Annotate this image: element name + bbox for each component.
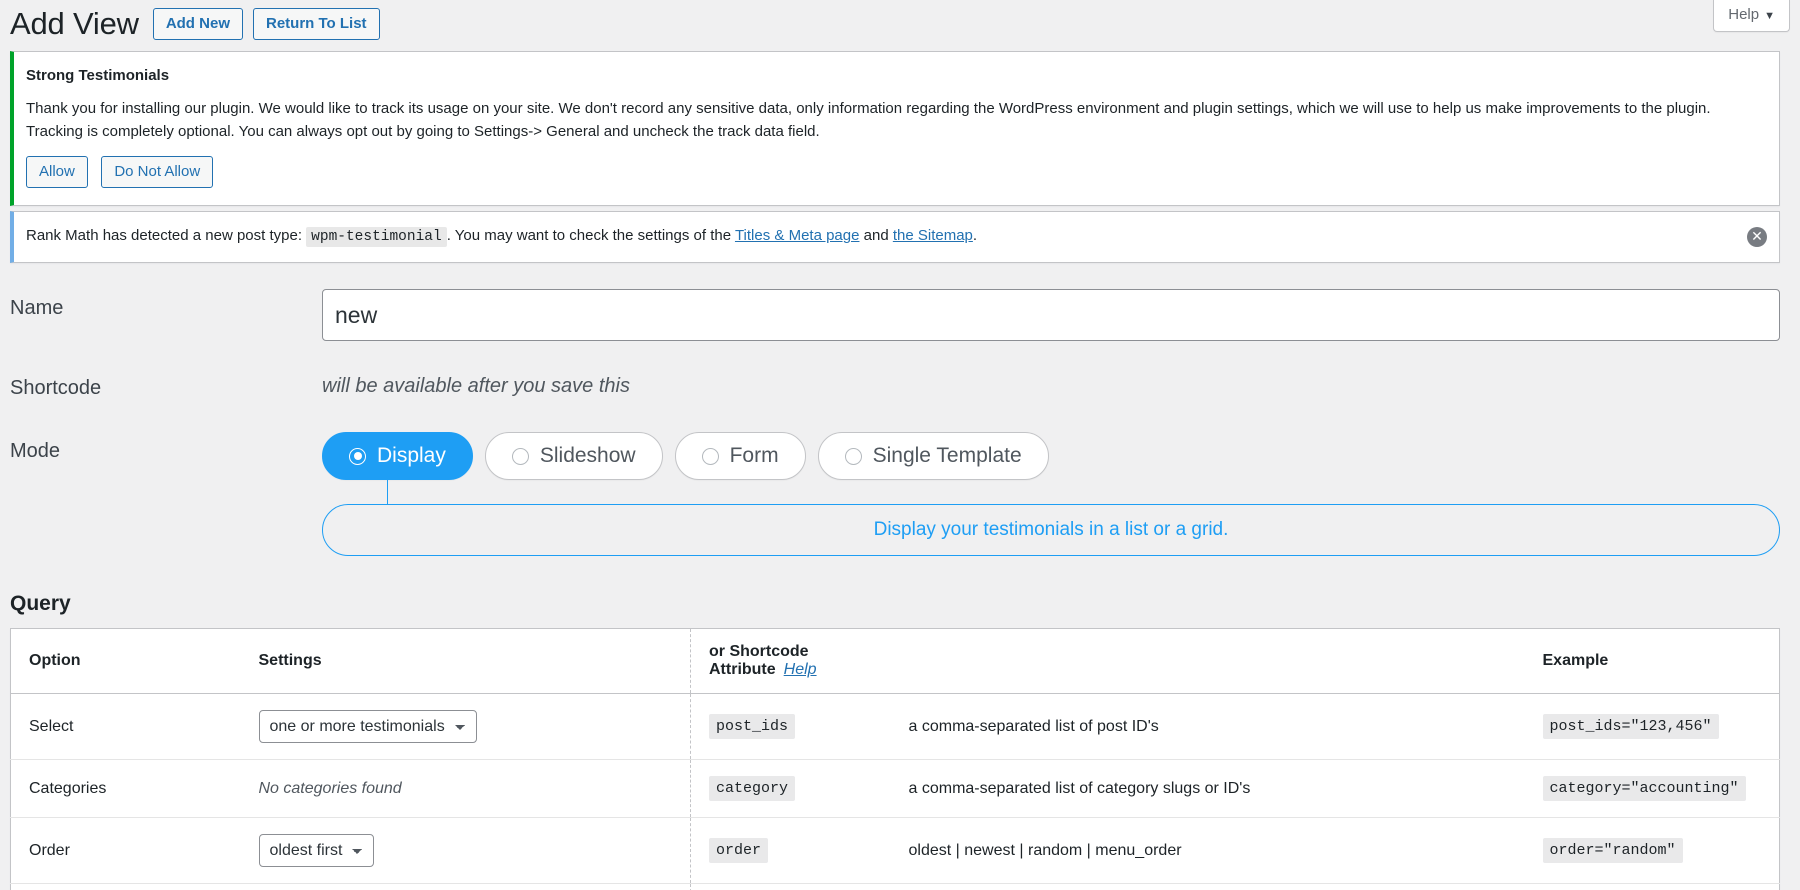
name-label: Name: [10, 289, 322, 320]
help-toggle-button[interactable]: Help ▼: [1713, 0, 1790, 32]
rankmath-text-middle: . You may want to check the settings of …: [447, 227, 731, 244]
notice-title: Strong Testimonials: [26, 67, 1767, 84]
mode-description-wrapper: Display your testimonials in a list or a…: [322, 504, 1780, 556]
example-code: order="random": [1543, 838, 1683, 863]
table-row: Categories No categories found category …: [11, 760, 1780, 818]
close-icon[interactable]: ✕: [1747, 227, 1767, 247]
attribute-code: order: [709, 838, 768, 863]
page-title: Add View: [10, 5, 139, 42]
order-dropdown[interactable]: oldest first: [259, 834, 374, 867]
shortcode-label: Shortcode: [10, 369, 322, 400]
row-attribute: category: [691, 760, 891, 818]
shortcode-row: Shortcode will be available after you sa…: [10, 369, 1780, 400]
row-description: a comma-separated list of post ID's: [891, 694, 1525, 760]
connector-line: [387, 480, 388, 504]
query-heading: Query: [10, 592, 1780, 616]
row-description: [891, 884, 1525, 890]
row-example: post_ids="123,456": [1525, 694, 1780, 760]
attribute-code: post_ids: [709, 714, 795, 739]
rankmath-notice: Rank Math has detected a new post type: …: [10, 211, 1780, 263]
no-categories-message: No categories found: [259, 780, 402, 797]
attribute-help-link[interactable]: Help: [784, 661, 817, 678]
mode-option-label: Display: [377, 444, 446, 468]
row-option-label: Categories: [11, 760, 241, 818]
example-code: category="accounting": [1543, 776, 1746, 801]
row-option-label: Order: [11, 818, 241, 884]
allow-tracking-button[interactable]: Allow: [26, 156, 88, 189]
admin-page: Add View Add New Return To List Help ▼ St…: [0, 0, 1800, 890]
row-option-label: Quantity: [11, 884, 241, 890]
name-row: Name: [10, 289, 1780, 341]
notice-body: Thank you for installing our plugin. We …: [26, 97, 1767, 144]
plugin-tracking-notice: Strong Testimonials Thank you for instal…: [10, 51, 1780, 206]
table-header-row: Option Settings or Shortcode AttributeHe…: [11, 629, 1780, 694]
row-attribute: count: [691, 884, 891, 890]
rankmath-text-and: and: [864, 227, 889, 244]
return-to-list-button[interactable]: Return To List: [253, 8, 380, 41]
rankmath-text-before: Rank Math has detected a new post type:: [26, 227, 302, 244]
row-attribute: order: [691, 818, 891, 884]
mode-row: Mode Display Slideshow Form: [10, 432, 1780, 556]
add-new-button[interactable]: Add New: [153, 8, 243, 41]
radio-icon: [512, 448, 529, 465]
column-header-settings: Settings: [241, 629, 691, 694]
table-row: Select one or more testimonials post_ids…: [11, 694, 1780, 760]
row-description: oldest | newest | random | menu_order: [891, 818, 1525, 884]
row-option-label: Select: [11, 694, 241, 760]
rankmath-text-end: .: [973, 227, 977, 244]
rankmath-notice-text: Rank Math has detected a new post type: …: [26, 224, 977, 249]
mode-label: Mode: [10, 432, 322, 463]
query-table: Option Settings or Shortcode AttributeHe…: [10, 628, 1780, 890]
mode-options: Display Slideshow Form Single Template: [322, 432, 1780, 480]
mode-option-display[interactable]: Display: [322, 432, 473, 480]
table-row: Order oldest first order oldest | newest…: [11, 818, 1780, 884]
chevron-down-icon: ▼: [1764, 10, 1775, 22]
radio-icon: [349, 448, 366, 465]
sitemap-link[interactable]: the Sitemap: [893, 227, 973, 244]
mode-description: Display your testimonials in a list or a…: [322, 504, 1780, 556]
row-example: count=5: [1525, 884, 1780, 890]
post-type-code: wpm-testimonial: [306, 227, 447, 247]
row-setting-control: No categories found: [241, 760, 691, 818]
page-header: Add View Add New Return To List: [0, 0, 1800, 46]
row-setting-control: all: [241, 884, 691, 890]
shortcode-value: will be available after you save this: [322, 369, 1780, 398]
select-testimonials-dropdown[interactable]: one or more testimonials: [259, 710, 477, 743]
example-code: post_ids="123,456": [1543, 714, 1719, 739]
row-description: a comma-separated list of category slugs…: [891, 760, 1525, 818]
row-example: order="random": [1525, 818, 1780, 884]
mode-option-label: Slideshow: [540, 444, 636, 468]
mode-option-label: Form: [730, 444, 779, 468]
name-input[interactable]: [322, 289, 1780, 341]
row-attribute: post_ids: [691, 694, 891, 760]
help-label: Help: [1728, 6, 1759, 23]
mode-option-label: Single Template: [873, 444, 1022, 468]
column-header-description: [891, 629, 1525, 694]
row-setting-control: oldest first: [241, 818, 691, 884]
mode-option-slideshow[interactable]: Slideshow: [485, 432, 663, 480]
view-form: Name Shortcode will be available after y…: [0, 289, 1800, 890]
mode-option-form[interactable]: Form: [675, 432, 806, 480]
row-example: category="accounting": [1525, 760, 1780, 818]
notice-actions: Allow Do Not Allow: [26, 156, 1767, 189]
column-header-option: Option: [11, 629, 241, 694]
titles-meta-page-link[interactable]: Titles & Meta page: [735, 227, 860, 244]
mode-option-single-template[interactable]: Single Template: [818, 432, 1049, 480]
radio-icon: [845, 448, 862, 465]
table-row: Quantity all count count=5: [11, 884, 1780, 890]
attribute-code: category: [709, 776, 795, 801]
row-setting-control: one or more testimonials: [241, 694, 691, 760]
radio-icon: [702, 448, 719, 465]
column-header-example: Example: [1525, 629, 1780, 694]
deny-tracking-button[interactable]: Do Not Allow: [101, 156, 213, 189]
column-header-attribute: or Shortcode AttributeHelp: [691, 629, 891, 694]
